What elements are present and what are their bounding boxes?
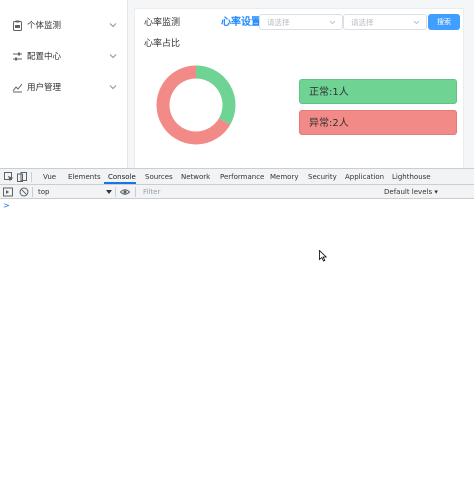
chevron-down-icon (109, 85, 117, 90)
log-levels-dropdown[interactable]: Default levels ▾ (384, 187, 438, 197)
tab-network[interactable]: Network (181, 172, 210, 182)
main-panel: 心率监测 心率设置 请选择 请选择 搜索 心率占比 正常:1人 异常:2人 (134, 8, 464, 168)
tab-lighthouse[interactable]: Lighthouse (392, 172, 431, 182)
context-selector[interactable]: top (38, 187, 49, 197)
heart-rate-donut-chart (156, 65, 236, 145)
tab-sources[interactable]: Sources (145, 172, 173, 182)
search-button[interactable]: 搜索 (428, 14, 460, 30)
tab-performance[interactable]: Performance (220, 172, 264, 182)
sliders-icon (13, 52, 22, 61)
clipboard-icon (13, 20, 22, 31)
active-tab-indicator (104, 182, 136, 184)
select-placeholder: 请选择 (267, 18, 290, 27)
console-prompt[interactable]: > (3, 201, 10, 211)
chevron-down-icon (109, 23, 117, 28)
sidebar: 个体监测 配置中心 用户管理 (0, 0, 128, 168)
sidebar-item-user-management[interactable]: 用户管理 (0, 76, 128, 100)
sidebar-item-label: 配置中心 (27, 52, 62, 62)
tab-vue[interactable]: Vue (43, 172, 56, 182)
log-levels-label: Default levels (384, 188, 433, 196)
sidebar-item-label: 用户管理 (27, 83, 62, 93)
tab-heart-rate-setting[interactable]: 心率设置 (221, 16, 261, 30)
chart-line-icon (12, 83, 23, 93)
legend-normal: 正常:1人 (299, 79, 457, 104)
divider (32, 187, 33, 197)
filter-input[interactable]: Filter (143, 187, 160, 197)
eye-icon[interactable] (120, 187, 130, 197)
divider (135, 187, 136, 197)
donut-slice-normal (195, 65, 236, 125)
divider (115, 187, 116, 197)
select-filter-2[interactable]: 请选择 (343, 14, 427, 30)
clear-console-icon[interactable] (19, 187, 29, 197)
divider (31, 172, 32, 182)
chevron-down-icon (109, 54, 117, 59)
sidebar-item-label: 个体监测 (27, 21, 62, 31)
inspect-element-icon[interactable] (4, 172, 14, 182)
caret-down-icon (106, 190, 112, 194)
tab-security[interactable]: Security (308, 172, 337, 182)
legend-abnormal: 异常:2人 (299, 110, 457, 135)
devtools-tab-bar: Vue Elements Console Sources Network Per… (0, 169, 474, 185)
sidebar-item-config-center[interactable]: 配置中心 (0, 45, 128, 69)
devtools-panel: Vue Elements Console Sources Network Per… (0, 168, 474, 486)
tab-memory[interactable]: Memory (270, 172, 298, 182)
select-filter-1[interactable]: 请选择 (259, 14, 343, 30)
mouse-cursor-icon (319, 250, 327, 262)
sidebar-item-individual-monitoring[interactable]: 个体监测 (0, 14, 128, 38)
app-window: 个体监测 配置中心 用户管理 心率监测 心率设置 请选择 请选择 搜索 心率占比… (0, 0, 474, 168)
sidebar-toggle-icon[interactable] (3, 187, 13, 197)
tab-application[interactable]: Application (345, 172, 384, 182)
tab-elements[interactable]: Elements (68, 172, 101, 182)
section-title: 心率占比 (144, 39, 181, 49)
tab-console[interactable]: Console (108, 172, 136, 182)
tab-heart-rate-monitor[interactable]: 心率监测 (144, 17, 180, 29)
console-toolbar: top Filter Default levels ▾ (0, 185, 474, 199)
device-toggle-icon[interactable] (17, 172, 27, 182)
chevron-down-icon (413, 20, 420, 25)
select-placeholder: 请选择 (351, 18, 374, 27)
chevron-down-icon (329, 20, 336, 25)
